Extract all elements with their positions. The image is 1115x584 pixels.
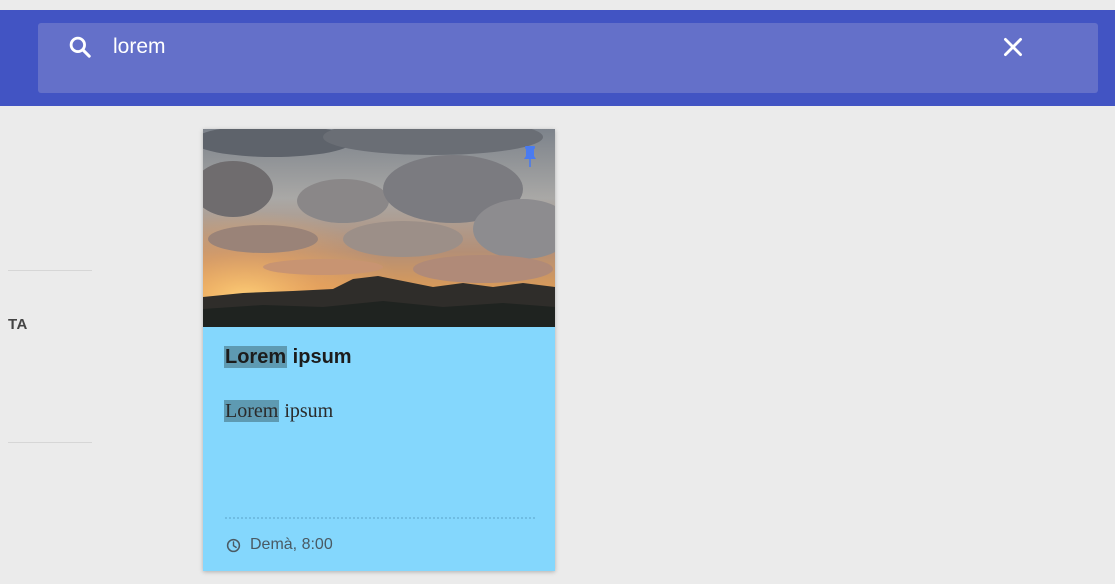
search-highlight: Lorem (224, 346, 288, 368)
note-title-text: ipsum (287, 346, 352, 368)
note-card[interactable]: Lorem ipsum Lorem ipsum Demà, 8:00 (203, 129, 555, 571)
app-header (0, 10, 1115, 106)
sidebar-item-label[interactable]: TA (8, 316, 28, 333)
note-title: Lorem ipsum (224, 346, 352, 369)
note-divider (225, 517, 535, 519)
search-icon[interactable] (67, 34, 93, 60)
note-body-text: ipsum (279, 400, 334, 422)
search-input[interactable] (113, 33, 973, 61)
pin-icon[interactable] (522, 145, 538, 169)
reminder-text: Demà, 8:00 (250, 536, 333, 553)
search-highlight: Lorem (224, 400, 280, 422)
clock-icon (226, 538, 241, 552)
note-body: Lorem ipsum (224, 400, 333, 423)
note-image (203, 129, 555, 327)
reminder-chip[interactable]: Demà, 8:00 (226, 535, 333, 555)
close-icon[interactable] (1000, 34, 1026, 60)
sidebar-divider-top (8, 270, 92, 271)
sidebar-divider-bottom (8, 442, 92, 443)
